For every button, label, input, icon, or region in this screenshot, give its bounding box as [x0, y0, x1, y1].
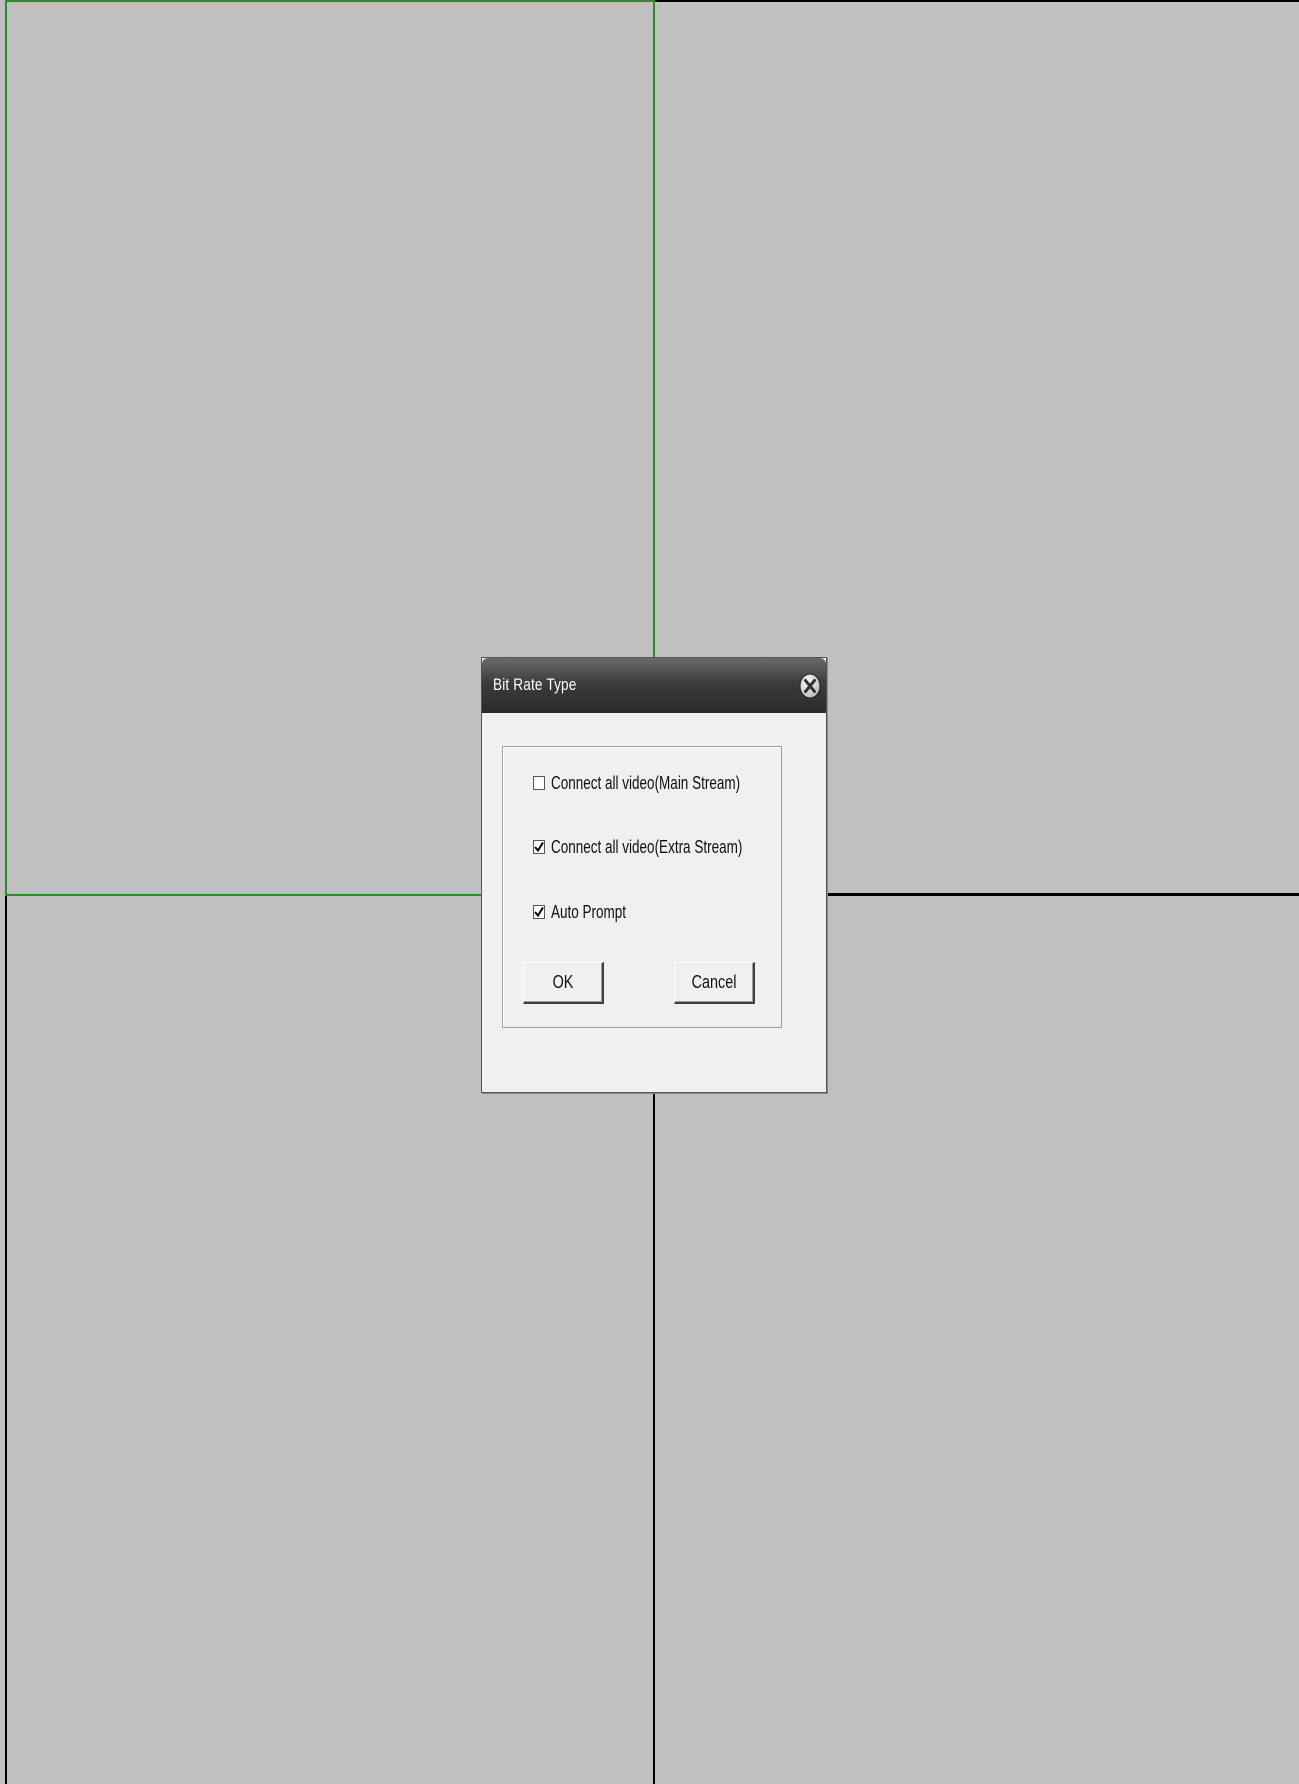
main-stream-checkbox[interactable]	[533, 776, 545, 790]
main-stream-label: Connect all video(Main Stream)	[551, 772, 741, 793]
dialog-titlebar[interactable]: Bit Rate Type	[482, 658, 826, 713]
extra-stream-checkbox[interactable]	[533, 840, 545, 854]
ok-button[interactable]: OK	[523, 962, 604, 1004]
auto-prompt-checkbox-row[interactable]: Auto Prompt	[533, 901, 651, 923]
cancel-button[interactable]: Cancel	[674, 962, 755, 1004]
dialog-title: Bit Rate Type	[493, 675, 577, 694]
auto-prompt-label: Auto Prompt	[551, 901, 627, 922]
extra-stream-label: Connect all video(Extra Stream)	[551, 836, 743, 857]
check-mark-icon	[534, 841, 544, 853]
cancel-button-label: Cancel	[691, 972, 737, 992]
main-stream-checkbox-row[interactable]: Connect all video(Main Stream)	[533, 772, 803, 794]
options-group-box: Connect all video(Main Stream) Connect a…	[502, 746, 782, 1028]
bit-rate-type-dialog: Bit Rate Type Connect all video(Main Str…	[481, 657, 827, 1093]
check-mark-icon	[534, 906, 544, 918]
auto-prompt-checkbox[interactable]	[533, 905, 545, 919]
extra-stream-checkbox-row[interactable]: Connect all video(Extra Stream)	[533, 836, 806, 858]
close-icon[interactable]	[798, 672, 822, 700]
ok-button-label: OK	[552, 972, 574, 992]
